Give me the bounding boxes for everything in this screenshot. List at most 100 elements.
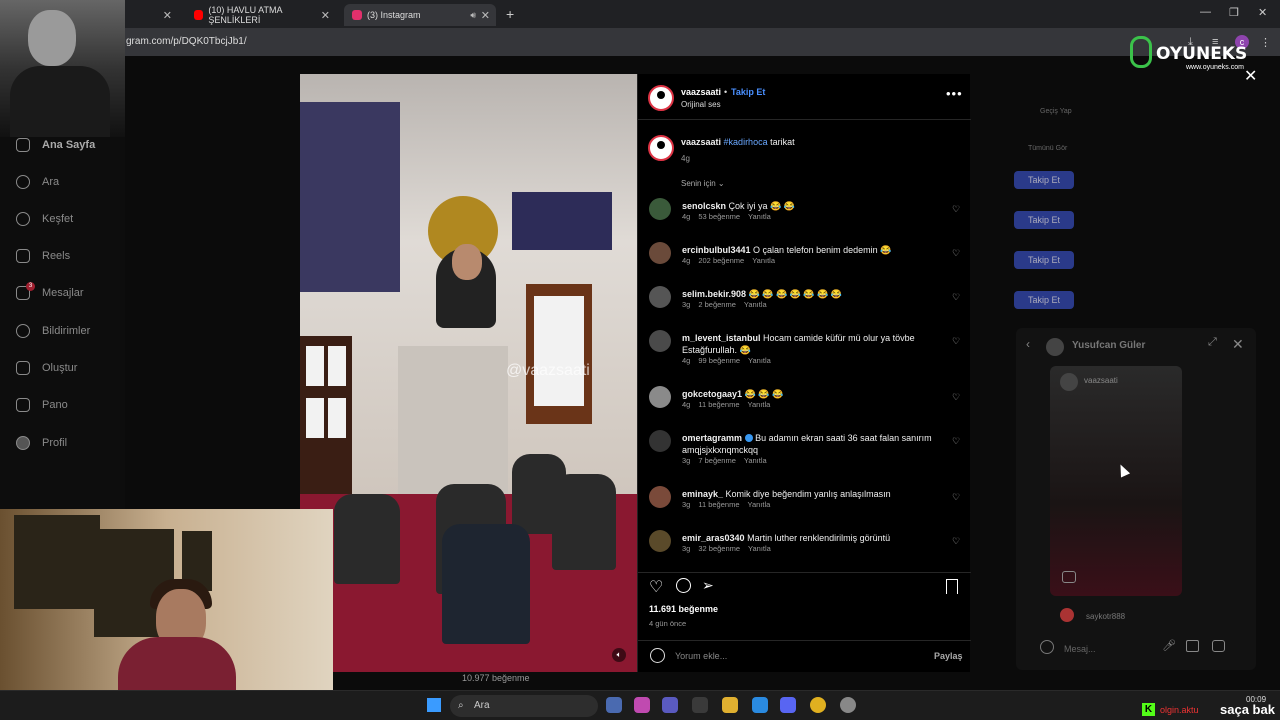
reply-button[interactable]: Yanıtla [748,500,771,509]
comment-like-heart-icon[interactable]: ♡ [952,536,960,547]
commenter-username[interactable]: ercinbulbul3441 [682,245,751,255]
tab-youtube[interactable]: (10) HAVLU ATMA ŞENLİKLERİ ✕ [186,4,336,26]
edge-icon[interactable] [752,697,768,713]
nav-create[interactable]: Oluştur [16,361,77,375]
comment-icon[interactable] [676,578,691,593]
chat-message-input[interactable]: Mesaj... [1064,644,1096,654]
author-avatar[interactable] [648,85,674,111]
close-tab-icon[interactable]: ✕ [321,9,330,22]
more-options-icon[interactable]: ••• [946,86,963,101]
caption-username[interactable]: vaazsaati [681,137,721,147]
commenter-username[interactable]: selim.bekir.908 [682,289,746,299]
follow-suggestion-button-1[interactable]: Takip Et [1014,171,1074,189]
discord-icon[interactable] [780,697,796,713]
commenter-avatar[interactable] [649,286,671,308]
minimize-icon[interactable]: — [1200,6,1211,18]
comment-like-count[interactable]: 32 beğenme [698,544,740,553]
microphone-icon[interactable]: 🎤︎ [1162,639,1176,652]
image-icon[interactable] [1186,640,1199,652]
reply-button[interactable]: Yanıtla [752,256,775,265]
share-send-icon[interactable]: ➢ [702,577,714,594]
follow-suggestion-button-4[interactable]: Takip Et [1014,291,1074,309]
comment-input[interactable]: Yorum ekle... [675,651,727,661]
commenter-avatar[interactable] [649,330,671,352]
author-username[interactable]: vaazsaati [681,87,721,97]
follow-button[interactable]: Takip Et [731,87,765,97]
tab-instagram[interactable]: (3) Instagram 🔊︎ ✕ [344,4,496,26]
bookmark-icon[interactable] [946,579,958,594]
shared-post-card[interactable]: vaazsaati [1050,366,1182,596]
caption-avatar[interactable] [648,135,674,161]
nav-messages[interactable]: 3 Mesajlar [16,282,84,300]
audio-label[interactable]: Orijinal ses [681,100,721,109]
reply-button[interactable]: Yanıtla [748,212,771,221]
teams-icon[interactable] [662,697,678,713]
comment-like-heart-icon[interactable]: ♡ [952,204,960,215]
comment-like-count[interactable]: 11 beğenme [698,400,739,409]
commenter-username[interactable]: omertagramm [682,433,742,443]
comment-like-count[interactable]: 202 beğenme [698,256,744,265]
volume-icon[interactable]: 🔈︎ [612,648,626,662]
nav-profile[interactable]: Profil [16,436,67,450]
emoji-icon[interactable] [650,648,665,663]
close-tab-icon[interactable]: ✕ [481,9,490,22]
like-heart-icon[interactable]: ♡ [649,577,663,597]
caption-hashtag[interactable]: #kadirhoca [724,137,768,147]
taskbar-search[interactable]: ⌕ Ara [450,695,598,717]
close-icon[interactable]: ✕ [1232,336,1244,353]
reply-button[interactable]: Yanıtla [748,544,771,553]
comment-like-heart-icon[interactable]: ♡ [952,336,960,347]
like-count[interactable]: 11.691 beğenme [649,604,718,614]
expand-icon[interactable]: ⤢ [1208,336,1217,349]
close-tab-icon[interactable]: ✕ [163,9,172,22]
nav-dashboard[interactable]: Pano [16,398,68,412]
comment-like-count[interactable]: 7 beğenme [698,456,736,465]
windows-start-icon[interactable] [427,698,441,712]
reply-button[interactable]: Yanıtla [748,356,771,365]
taskview-icon[interactable] [606,697,622,713]
comment-like-heart-icon[interactable]: ♡ [952,436,960,447]
comment-like-count[interactable]: 53 beğenme [698,212,740,221]
close-window-icon[interactable]: ✕ [1258,6,1267,19]
follow-suggestion-button-3[interactable]: Takip Et [1014,251,1074,269]
nav-explore[interactable]: Keşfet [16,212,73,226]
comment-like-count[interactable]: 2 beğenme [698,300,736,309]
nav-home[interactable]: Ana Sayfa [16,138,95,152]
commenter-avatar[interactable] [649,198,671,220]
nav-reels[interactable]: Reels [16,249,70,263]
commenter-avatar[interactable] [649,530,671,552]
comment-like-heart-icon[interactable]: ♡ [952,492,960,503]
post-comment-button[interactable]: Paylaş [934,651,963,661]
explorer-icon[interactable] [722,697,738,713]
commenter-username[interactable]: gokcetogaay1 [682,389,742,399]
comment-like-count[interactable]: 11 beğenme [698,500,739,509]
chat-contact-name[interactable]: Yusufcan Güler [1072,340,1145,351]
reel-video[interactable]: @vaazsaati [300,74,637,672]
emoji-icon[interactable] [1040,640,1054,654]
commenter-avatar[interactable] [649,242,671,264]
comment-like-count[interactable]: 99 beğenme [698,356,740,365]
url-field[interactable]: gram.com/p/DQK0TbcjJb1/ [126,36,247,47]
reply-button[interactable]: Yanıtla [744,456,767,465]
commenter-username[interactable]: emir_aras0340 [682,533,745,543]
follow-suggestion-button-2[interactable]: Takip Et [1014,211,1074,229]
comment-like-heart-icon[interactable]: ♡ [952,292,960,303]
commenter-username[interactable]: eminayk_ [682,489,723,499]
chevron-left-icon[interactable]: ‹ [1026,337,1030,351]
see-all-link[interactable]: Tümünü Gör [1028,145,1067,152]
reply-button[interactable]: Yanıtla [744,300,767,309]
switch-account-link[interactable]: Geçiş Yap [1040,108,1072,115]
nav-notifications[interactable]: Bildirimler [16,324,90,338]
new-tab-icon[interactable]: + [506,6,514,22]
sticker-icon[interactable] [1212,640,1225,652]
comment-like-heart-icon[interactable]: ♡ [952,248,960,259]
app-icon[interactable] [840,697,856,713]
restore-icon[interactable]: ❐ [1229,6,1239,19]
copilot-icon[interactable] [634,697,650,713]
commenter-avatar[interactable] [649,386,671,408]
comment-like-heart-icon[interactable]: ♡ [952,392,960,403]
menu-dots-icon[interactable]: ⋮ [1260,36,1271,49]
chrome-icon[interactable] [810,697,826,713]
store-icon[interactable] [692,697,708,713]
commenter-username[interactable]: m_levent_istanbul [682,333,761,343]
